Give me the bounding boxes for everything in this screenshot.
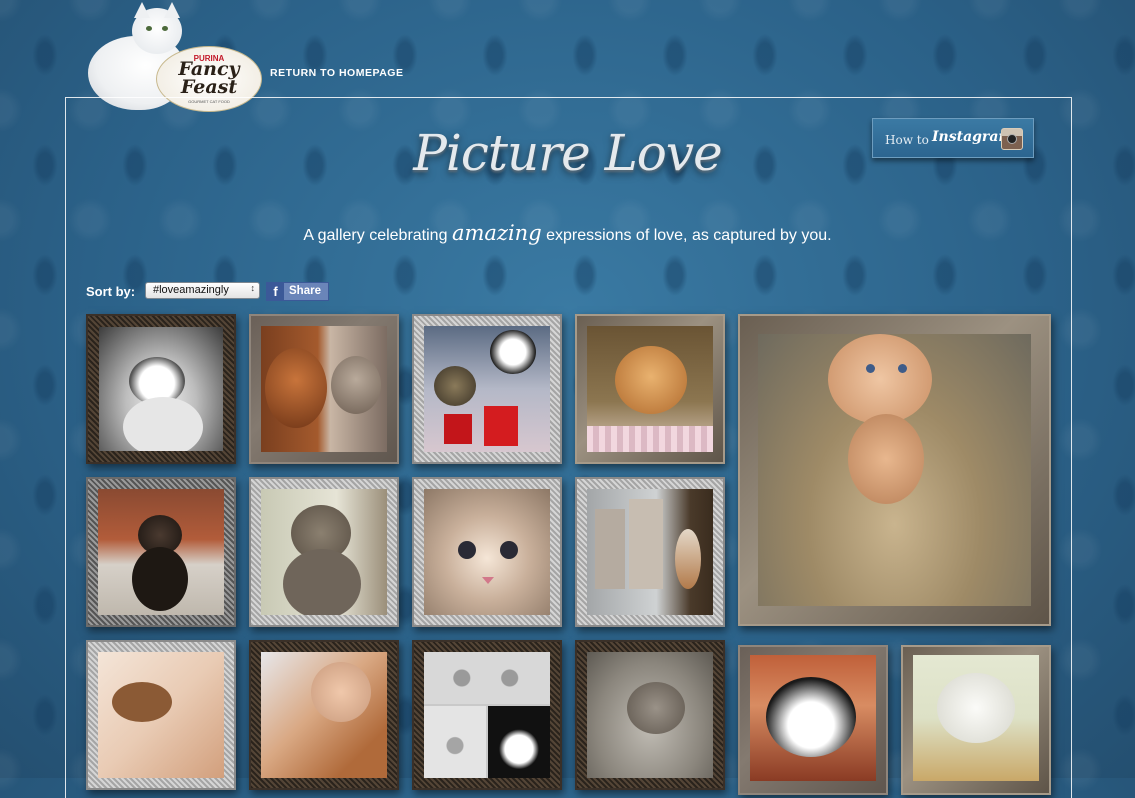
- kitten-eye: [866, 364, 875, 373]
- gallery-photo[interactable]: [412, 314, 562, 464]
- gallery-photo[interactable]: [575, 477, 725, 627]
- gallery-photo[interactable]: [86, 477, 236, 627]
- select-arrows-icon: ↕: [250, 283, 256, 293]
- logo-cat-ear-left: [134, 2, 150, 18]
- kitten-body-shape: [848, 414, 924, 504]
- building: [629, 499, 663, 589]
- photo-tabby-lying: [587, 652, 713, 778]
- logo-cat-ear-right: [164, 2, 180, 18]
- cat-head-shape: [627, 682, 685, 734]
- gallery-photo[interactable]: [901, 645, 1051, 795]
- sort-selected-value: #loveamazingly: [153, 284, 229, 296]
- photo-paw-prints-collage: [424, 652, 550, 778]
- cat-body-shape: [766, 677, 856, 757]
- cat-head-shape: [434, 366, 476, 406]
- photo-white-cat: [913, 655, 1039, 781]
- sort-by-select[interactable]: #loveamazingly ↕: [145, 282, 260, 299]
- gallery-photo[interactable]: [249, 640, 399, 790]
- logo-feast-text: Feast: [180, 76, 238, 98]
- cat-head-shape: [490, 330, 536, 374]
- cat-body-shape: [123, 397, 203, 451]
- photo-girl-with-cat: [261, 652, 387, 778]
- photo-cat-city-window: [587, 489, 713, 615]
- cat-body-shape: [283, 549, 361, 615]
- gallery-photo[interactable]: [412, 477, 562, 627]
- subtitle-emphasis: amazing: [451, 221, 542, 245]
- calico-patch: [112, 682, 172, 722]
- blanket: [587, 426, 713, 452]
- page-title: Picture Love: [413, 124, 722, 182]
- cat-head-shape: [615, 346, 687, 414]
- subtitle-after: expressions of love, as captured by you.: [546, 227, 832, 244]
- red-bag: [444, 414, 472, 444]
- kitten-nose: [482, 577, 494, 584]
- photo-grey-tabby: [261, 489, 387, 615]
- photo-orange-kitten-hay: [758, 334, 1031, 606]
- building: [595, 509, 625, 589]
- paw-prints-top: [424, 652, 550, 704]
- facebook-f-icon: f: [267, 283, 284, 300]
- photo-tortie-cat-fireplace: [98, 489, 224, 615]
- sort-by-label: Sort by:: [86, 284, 136, 299]
- photo-kitten-face: [424, 489, 550, 615]
- photo-calico-sleeping: [98, 652, 224, 778]
- cat-body-shape: [132, 547, 188, 611]
- kitten-eye: [500, 541, 518, 559]
- calico-cat-shape: [675, 529, 701, 589]
- page-subtitle: A gallery celebrating amazing expression…: [0, 221, 1135, 245]
- gallery-photo[interactable]: [412, 640, 562, 790]
- logo-cat-eye-right: [162, 26, 168, 31]
- facebook-share-label: Share: [289, 285, 321, 297]
- subtitle-before: A gallery celebrating: [303, 227, 448, 244]
- black-white-cat-photo: [488, 706, 550, 778]
- gallery-photo[interactable]: [575, 640, 725, 790]
- photo-two-cats-red-bags: [424, 326, 550, 452]
- facebook-share-button[interactable]: f Share: [266, 282, 329, 301]
- logo-cat-eye-left: [146, 26, 152, 31]
- paw-print-snow: [424, 706, 486, 778]
- photo-calico-upside-down: [750, 655, 876, 781]
- photo-black-white-cat: [99, 327, 223, 451]
- kitten-eye: [458, 541, 476, 559]
- face-shape: [311, 662, 371, 722]
- photo-orange-cat-blanket: [587, 326, 713, 452]
- logo-cat-head: [132, 2, 182, 54]
- tabby-head-shape: [331, 356, 381, 414]
- gallery-photo[interactable]: [249, 314, 399, 464]
- red-bag: [484, 406, 518, 446]
- gallery-photo[interactable]: [575, 314, 725, 464]
- return-to-homepage-link[interactable]: RETURN TO HOMEPAGE: [270, 67, 403, 79]
- gallery-photo-featured[interactable]: [738, 314, 1051, 626]
- photo-dog-and-cat: [261, 326, 387, 452]
- cat-head-shape: [937, 673, 1015, 743]
- dog-head-shape: [265, 348, 327, 428]
- gallery-photo[interactable]: [86, 314, 236, 464]
- kitten-eye: [898, 364, 907, 373]
- kitten-head-shape: [828, 334, 932, 424]
- gallery-photo[interactable]: [249, 477, 399, 627]
- gallery-photo[interactable]: [86, 640, 236, 790]
- gallery-photo[interactable]: [738, 645, 888, 795]
